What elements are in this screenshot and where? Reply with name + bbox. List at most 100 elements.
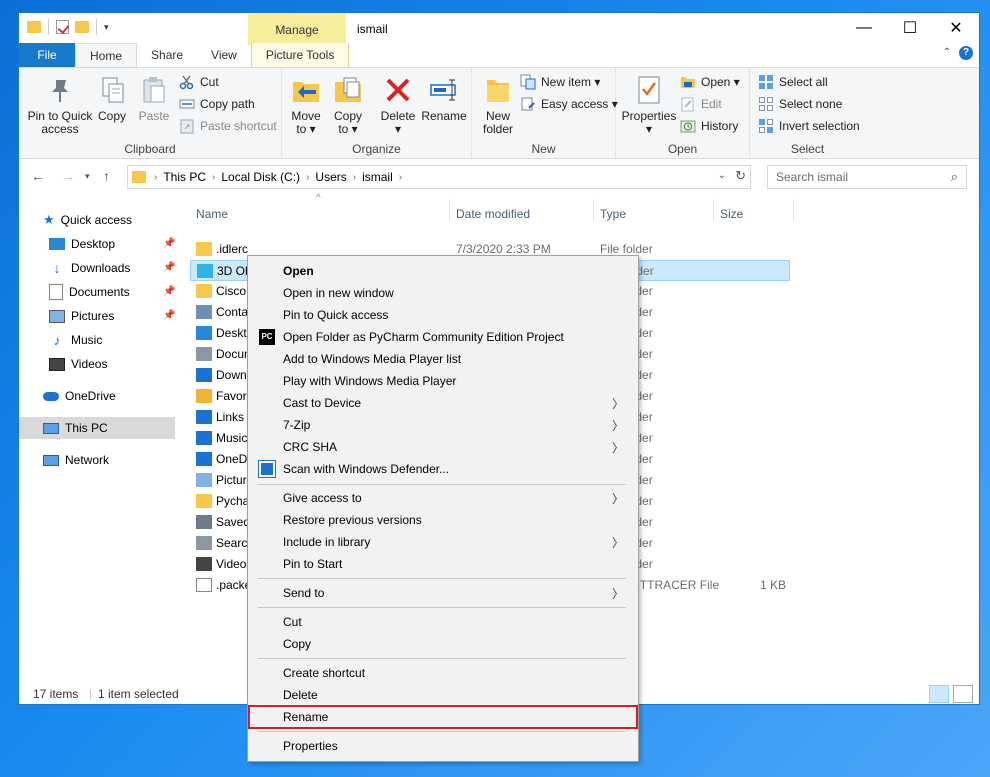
menu-item-include-library[interactable]: Include in library 〉 (250, 531, 636, 553)
pin-to-quick-access-button[interactable]: Pin to Quick access (23, 74, 97, 136)
sidebar-item-pictures[interactable]: Pictures (49, 305, 114, 327)
chevron-right-icon[interactable]: › (306, 172, 309, 183)
up-arrow-icon[interactable]: ↑ (103, 168, 110, 184)
copy-button[interactable]: Copy (97, 74, 127, 123)
paste-icon (138, 74, 170, 106)
menu-item-pin-quick-access[interactable]: Pin to Quick access (250, 304, 636, 326)
rename-button[interactable]: Rename (420, 74, 468, 123)
menu-item-pin-start[interactable]: Pin to Start (250, 553, 636, 575)
chevron-right-icon[interactable]: › (154, 172, 157, 183)
search-icon[interactable]: ⌕ (951, 169, 958, 185)
chevron-right-icon[interactable]: › (399, 172, 402, 183)
divider (258, 484, 626, 485)
column-header-size[interactable]: Size (720, 207, 743, 221)
menu-item-restore-versions[interactable]: Restore previous versions (250, 509, 636, 531)
sidebar-item-desktop[interactable]: Desktop (49, 233, 115, 255)
menu-item-scan-defender[interactable]: Scan with Windows Defender... (250, 458, 636, 480)
menu-item-add-wmp-list[interactable]: Add to Windows Media Player list (250, 348, 636, 370)
menu-item-properties[interactable]: Properties (250, 735, 636, 757)
tab-share[interactable]: Share (137, 43, 197, 67)
menu-item-label: Pin to Start (283, 557, 343, 571)
breadcrumb-ismail[interactable]: ismail (362, 170, 393, 184)
move-to-button[interactable]: Move to ▾ (288, 74, 324, 136)
refresh-icon[interactable]: ↻ (735, 168, 746, 184)
chevron-right-icon[interactable]: › (212, 172, 215, 183)
details-view-button[interactable] (929, 685, 949, 703)
minimize-button[interactable]: — (841, 13, 887, 43)
menu-item-open-new-window[interactable]: Open in new window (250, 282, 636, 304)
new-folder-button[interactable]: New folder (478, 74, 518, 136)
folder-icon (196, 515, 212, 529)
new-folder-icon[interactable] (75, 21, 89, 33)
easy-access-button[interactable]: Easy access ▾ (520, 96, 618, 112)
sidebar-item-music[interactable]: ♪ Music (49, 329, 103, 351)
paste-button[interactable]: Paste (137, 74, 171, 123)
folder-icon (196, 284, 212, 298)
customize-toolbar-icon[interactable]: ▾ (104, 22, 109, 33)
breadcrumb-local-disk[interactable]: Local Disk (C:) (221, 170, 300, 184)
paste-shortcut-button[interactable]: Paste shortcut (179, 118, 277, 134)
menu-item-delete[interactable]: Delete (250, 684, 636, 706)
tab-picture-tools[interactable]: Picture Tools (250, 43, 350, 67)
chevron-right-icon[interactable]: › (353, 172, 356, 183)
sidebar-item-label: Downloads (71, 261, 131, 275)
delete-button[interactable]: Delete ▾ (378, 74, 418, 136)
open-button[interactable]: Open ▾ (680, 74, 740, 90)
cut-button[interactable]: Cut (179, 74, 219, 90)
folder-icon[interactable] (27, 21, 41, 33)
copy-to-button[interactable]: Copy to ▾ (330, 74, 366, 136)
search-input[interactable]: Search ismail ⌕ (767, 165, 967, 189)
pin-icon[interactable]: 📌 (163, 286, 175, 297)
tab-file[interactable]: File (19, 43, 75, 67)
menu-item-play-wmp[interactable]: Play with Windows Media Player (250, 370, 636, 392)
forward-arrow-icon[interactable]: → (61, 168, 75, 184)
properties-button[interactable]: Properties ▾ (620, 74, 678, 136)
sidebar-item-documents[interactable]: Documents (49, 281, 130, 303)
breadcrumb-users[interactable]: Users (315, 170, 346, 184)
select-all-button[interactable]: Select all (758, 74, 828, 90)
address-bar[interactable]: › This PC › Local Disk (C:) › Users › is… (127, 165, 751, 189)
sidebar-item-this-pc[interactable]: This PC (19, 417, 175, 439)
pin-icon[interactable]: 📌 (163, 310, 175, 321)
menu-item-open-pycharm[interactable]: PC Open Folder as PyCharm Community Edit… (250, 326, 636, 348)
column-header-date[interactable]: Date modified (456, 207, 530, 221)
history-button[interactable]: History (680, 118, 738, 134)
pin-icon[interactable]: 📌 (163, 238, 175, 249)
manage-contextual-tab[interactable]: Manage (248, 13, 346, 45)
select-none-button[interactable]: Select none (758, 96, 842, 112)
menu-item-give-access[interactable]: Give access to 〉 (250, 487, 636, 509)
new-item-button[interactable]: New item ▾ (520, 74, 600, 90)
pin-icon[interactable]: 📌 (163, 262, 175, 273)
invert-selection-button[interactable]: Invert selection (758, 118, 860, 134)
tab-home[interactable]: Home (75, 43, 138, 67)
edit-label: Edit (701, 97, 722, 111)
menu-item-7zip[interactable]: 7-Zip 〉 (250, 414, 636, 436)
sidebar-item-quick-access[interactable]: ★ Quick access (43, 209, 132, 231)
menu-item-open[interactable]: Open (250, 260, 636, 282)
edit-button[interactable]: Edit (680, 96, 722, 112)
sidebar-item-onedrive[interactable]: OneDrive (43, 385, 116, 407)
close-button[interactable]: ✕ (933, 13, 979, 43)
copy-path-button[interactable]: Copy path (179, 96, 255, 112)
column-header-name[interactable]: Name (196, 207, 228, 221)
large-icons-view-button[interactable] (953, 685, 973, 703)
maximize-button[interactable]: ☐ (887, 13, 933, 43)
menu-item-send-to[interactable]: Send to 〉 (250, 582, 636, 604)
sidebar-item-videos[interactable]: Videos (49, 353, 107, 375)
menu-item-cut[interactable]: Cut (250, 611, 636, 633)
chevron-down-icon[interactable]: ⌄ (718, 170, 726, 181)
recent-locations-icon[interactable]: ▾ (85, 171, 90, 182)
collapse-ribbon-icon[interactable]: ⌃ (943, 47, 951, 58)
sidebar-item-downloads[interactable]: ↓ Downloads (49, 257, 131, 279)
properties-icon[interactable] (56, 20, 69, 34)
menu-item-cast-to-device[interactable]: Cast to Device 〉 (250, 392, 636, 414)
column-header-type[interactable]: Type (600, 207, 626, 221)
back-arrow-icon[interactable]: ← (31, 168, 45, 184)
tab-view[interactable]: View (197, 43, 251, 67)
sidebar-item-network[interactable]: Network (43, 449, 109, 471)
menu-item-crc-sha[interactable]: CRC SHA 〉 (250, 436, 636, 458)
help-icon[interactable]: ? (959, 46, 973, 60)
menu-item-copy[interactable]: Copy (250, 633, 636, 655)
breadcrumb-this-pc[interactable]: This PC (163, 170, 206, 184)
menu-item-create-shortcut[interactable]: Create shortcut (250, 662, 636, 684)
